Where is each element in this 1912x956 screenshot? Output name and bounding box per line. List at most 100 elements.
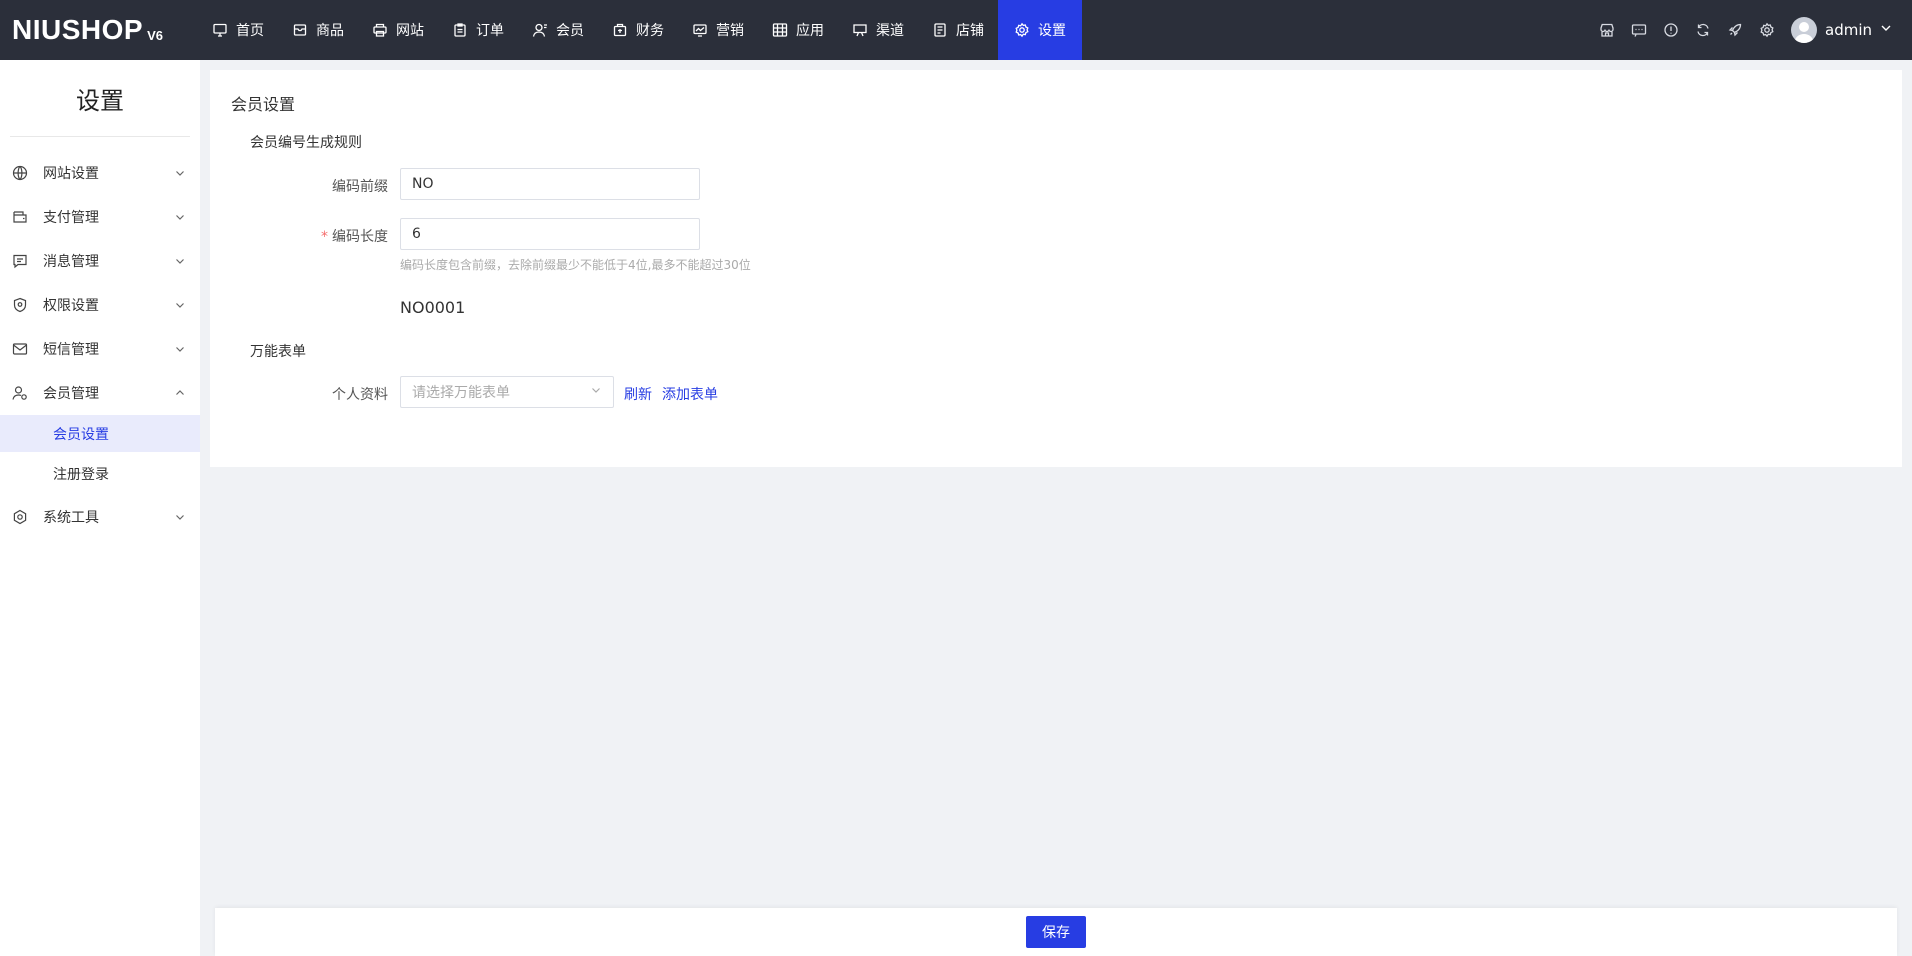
grid-icon: [772, 22, 788, 38]
topnav-label: 应用: [796, 23, 824, 39]
sidebar-item-label: 网站设置: [43, 166, 99, 182]
box-icon: [292, 22, 308, 38]
wallet-icon: [612, 22, 628, 38]
sidebar-item-messages[interactable]: 消息管理: [0, 239, 200, 283]
prefix-input[interactable]: [400, 168, 700, 200]
tool-icon: [12, 509, 28, 525]
topnav-store[interactable]: 店铺: [918, 0, 998, 60]
monitor-icon: [212, 22, 228, 38]
sidebar-menu: 网站设置 支付管理 消息管理 权限设置 短信管理 会员管理 会员设置 注册登录 …: [0, 137, 200, 539]
sidebar-item-system-tools[interactable]: 系统工具: [0, 495, 200, 539]
chevron-down-icon: [174, 343, 186, 355]
clipboard-icon: [452, 22, 468, 38]
gear-icon: [1014, 22, 1030, 38]
chevron-up-icon: [174, 387, 186, 399]
length-label-text: 编码长度: [332, 229, 388, 245]
topnav-label: 设置: [1038, 23, 1066, 39]
store-icon[interactable]: [1591, 0, 1623, 60]
topnav-label: 网站: [396, 23, 424, 39]
topnav-label: 财务: [636, 23, 664, 39]
sidebar-item-label: 权限设置: [43, 298, 99, 314]
user-settings-icon: [12, 385, 28, 401]
topnav-channel[interactable]: 渠道: [838, 0, 918, 60]
shield-icon: [12, 297, 28, 313]
user-icon: [532, 22, 548, 38]
message-icon[interactable]: [1623, 0, 1655, 60]
brand-version: V6: [147, 27, 163, 43]
sidebar-item-label: 系统工具: [43, 510, 99, 526]
form-select[interactable]: 请选择万能表单: [400, 376, 614, 408]
chevron-down-icon: [1880, 22, 1892, 38]
topnav-order[interactable]: 订单: [438, 0, 518, 60]
sidebar-item-label: 消息管理: [43, 254, 99, 270]
chevron-down-icon: [174, 211, 186, 223]
printer-icon: [372, 22, 388, 38]
code-preview: NO0001: [400, 298, 466, 317]
profile-label: 个人资料: [332, 387, 388, 403]
sidebar-item-label: 支付管理: [43, 210, 99, 226]
chevron-down-icon: [590, 384, 602, 400]
chevron-down-icon: [174, 299, 186, 311]
topnav-home[interactable]: 首页: [198, 0, 278, 60]
top-navigation-bar: NIUSHOP V6 首页 商品 网站 订单 会员 财务 营销 应用 渠道 店铺…: [0, 0, 1912, 60]
topnav-apps[interactable]: 应用: [758, 0, 838, 60]
topnav-goods[interactable]: 商品: [278, 0, 358, 60]
chevron-down-icon: [174, 255, 186, 267]
sidebar-item-sms[interactable]: 短信管理: [0, 327, 200, 371]
form-select-placeholder: 请选择万能表单: [412, 385, 510, 401]
sidebar-item-website-settings[interactable]: 网站设置: [0, 151, 200, 195]
sidebar-subitem-label: 会员设置: [53, 426, 109, 443]
message-icon: [12, 253, 28, 269]
topnav-marketing[interactable]: 营销: [678, 0, 758, 60]
refresh-icon[interactable]: [1687, 0, 1719, 60]
topnav-member[interactable]: 会员: [518, 0, 598, 60]
topnav-settings[interactable]: 设置: [998, 0, 1082, 60]
sidebar-subitem-register-login[interactable]: 注册登录: [0, 455, 200, 492]
brand-logo[interactable]: NIUSHOP V6: [0, 0, 198, 60]
mail-icon: [12, 341, 28, 357]
chevron-down-icon: [174, 167, 186, 179]
length-label: * 编码长度: [210, 226, 388, 246]
globe-icon: [12, 165, 28, 181]
settings-icon[interactable]: [1751, 0, 1783, 60]
sidebar: 设置 网站设置 支付管理 消息管理 权限设置 短信管理 会员管理 会员设置 注册…: [0, 60, 200, 956]
rocket-icon[interactable]: [1719, 0, 1751, 60]
sidebar-title: 设置: [76, 86, 124, 115]
topbar-tools: admin: [1591, 0, 1912, 60]
sidebar-item-label: 会员管理: [43, 386, 99, 402]
refresh-link[interactable]: 刷新: [624, 384, 652, 404]
required-asterisk: *: [321, 229, 328, 245]
section-title-code-rule: 会员编号生成规则: [250, 135, 362, 151]
sidebar-item-permissions[interactable]: 权限设置: [0, 283, 200, 327]
length-input[interactable]: [400, 218, 700, 250]
settings-card: 会员设置 会员编号生成规则 编码前缀 *编码长度 编码长度包含前缀，去除前缀最少…: [210, 70, 1902, 467]
chevron-down-icon: [174, 511, 186, 523]
save-button[interactable]: 保存: [1026, 916, 1086, 948]
info-icon[interactable]: [1655, 0, 1687, 60]
footer-bar: 保存: [215, 908, 1897, 956]
user-menu[interactable]: admin: [1791, 17, 1892, 43]
brand-name: NIUSHOP: [12, 14, 144, 45]
avatar: [1791, 17, 1817, 43]
topnav-label: 营销: [716, 23, 744, 39]
display-icon: [852, 22, 868, 38]
add-form-link[interactable]: 添加表单: [662, 384, 718, 404]
sidebar-subitem-member-settings[interactable]: 会员设置: [0, 415, 200, 452]
topnav-label: 会员: [556, 23, 584, 39]
sidebar-subitem-label: 注册登录: [53, 466, 109, 483]
topnav-website[interactable]: 网站: [358, 0, 438, 60]
topnav-finance[interactable]: 财务: [598, 0, 678, 60]
length-hint: 编码长度包含前缀，去除前缀最少不能低于4位,最多不能超过30位: [400, 258, 751, 272]
chart-icon: [692, 22, 708, 38]
topnav-label: 店铺: [956, 23, 984, 39]
section-title-form: 万能表单: [250, 344, 306, 360]
topnav-label: 渠道: [876, 23, 904, 39]
wallet-icon: [12, 209, 28, 225]
topnav-label: 商品: [316, 23, 344, 39]
top-nav-menu: 首页 商品 网站 订单 会员 财务 营销 应用 渠道 店铺 设置: [198, 0, 1082, 60]
topnav-label: 首页: [236, 23, 264, 39]
user-name: admin: [1825, 21, 1872, 39]
sidebar-item-label: 短信管理: [43, 342, 99, 358]
sidebar-item-member-management[interactable]: 会员管理: [0, 371, 200, 415]
sidebar-item-payment[interactable]: 支付管理: [0, 195, 200, 239]
